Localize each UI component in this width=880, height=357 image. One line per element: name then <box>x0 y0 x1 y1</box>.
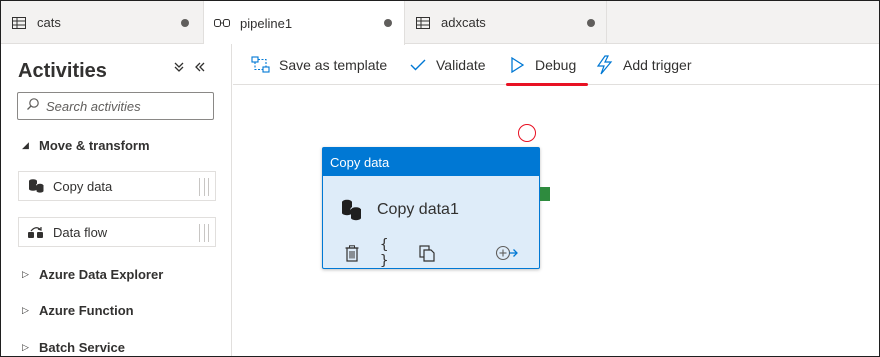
sidebar-title: Activities <box>18 60 107 82</box>
node-name: Copy data1 <box>377 201 459 218</box>
section-move-transform[interactable]: ◢ Move & transform <box>22 138 150 153</box>
node-header: Copy data <box>323 148 539 176</box>
clone-icon[interactable] <box>418 243 436 263</box>
search-box[interactable] <box>17 92 214 120</box>
unsaved-dot-icon <box>384 19 392 27</box>
highlight-circle <box>518 124 536 142</box>
node-body: Copy data1 <box>339 198 459 222</box>
unsaved-dot-icon <box>587 19 595 27</box>
unsaved-dot-icon <box>181 19 189 27</box>
code-braces-icon[interactable]: { } <box>380 237 398 269</box>
drag-handle[interactable] <box>199 178 209 196</box>
section-label: Azure Function <box>39 303 134 318</box>
expanded-triangle-icon: ◢ <box>22 140 29 150</box>
collapsed-triangle-icon: ▷ <box>22 342 29 352</box>
debug-button[interactable]: Debug <box>507 55 576 75</box>
validate-button[interactable]: Validate <box>408 55 486 75</box>
tab-adxcats[interactable]: adxcats <box>405 1 607 44</box>
template-icon <box>251 55 271 75</box>
copy-data-activity-node[interactable]: Copy data Copy data1 { } <box>322 147 540 269</box>
button-label: Validate <box>436 57 486 73</box>
button-label: Add trigger <box>623 57 692 73</box>
collapsed-triangle-icon: ▷ <box>22 305 29 315</box>
tab-pipeline1[interactable]: pipeline1 <box>204 1 405 45</box>
tab-bar: cats pipeline1 adxcats <box>1 1 879 45</box>
data-flow-icon <box>27 224 45 240</box>
play-icon <box>507 55 527 75</box>
checkmark-icon <box>408 55 428 75</box>
add-output-icon[interactable] <box>495 243 519 263</box>
search-icon <box>26 97 40 116</box>
activity-label: Copy data <box>53 178 113 194</box>
activity-data-flow[interactable]: Data flow <box>18 217 216 247</box>
app-window: cats pipeline1 adxcats Activities Search… <box>0 0 880 357</box>
activities-sidebar: Activities ◢ Move & transform Copy data <box>1 44 232 356</box>
lightning-icon <box>595 55 615 75</box>
tab-label: cats <box>37 15 61 30</box>
section-label: Azure Data Explorer <box>39 267 164 282</box>
pipeline-toolbar: Save as template Validate Debug Add trig… <box>233 45 879 85</box>
tab-label: pipeline1 <box>240 15 293 31</box>
section-label: Move & transform <box>39 138 150 153</box>
search-input[interactable] <box>46 98 206 114</box>
tab-cats[interactable]: cats <box>1 1 204 44</box>
button-label: Debug <box>535 57 577 73</box>
pipeline-icon <box>214 16 230 30</box>
success-output-handle[interactable] <box>540 187 550 201</box>
drag-handle[interactable] <box>199 224 209 242</box>
section-azure-function[interactable]: ▷ Azure Function <box>22 303 134 318</box>
table-icon <box>11 16 27 30</box>
tab-label: adxcats <box>441 15 486 30</box>
button-label: Save as template <box>279 57 388 73</box>
delete-icon[interactable] <box>343 243 361 263</box>
save-as-template-button[interactable]: Save as template <box>251 55 387 75</box>
section-batch-service[interactable]: ▷ Batch Service <box>22 340 125 355</box>
copy-data-icon <box>339 198 363 222</box>
table-icon <box>415 16 431 30</box>
add-trigger-button[interactable]: Add trigger <box>595 55 691 75</box>
collapsed-triangle-icon: ▷ <box>22 269 29 279</box>
section-azure-data-explorer[interactable]: ▷ Azure Data Explorer <box>22 267 163 282</box>
activity-copy-data[interactable]: Copy data <box>18 171 216 201</box>
activity-label: Data flow <box>53 224 108 240</box>
collapse-pane-icon[interactable] <box>194 60 206 76</box>
section-label: Batch Service <box>39 340 125 355</box>
collapse-all-icon[interactable] <box>173 60 185 76</box>
copy-data-icon <box>27 178 45 194</box>
node-actions: { } <box>343 237 523 269</box>
